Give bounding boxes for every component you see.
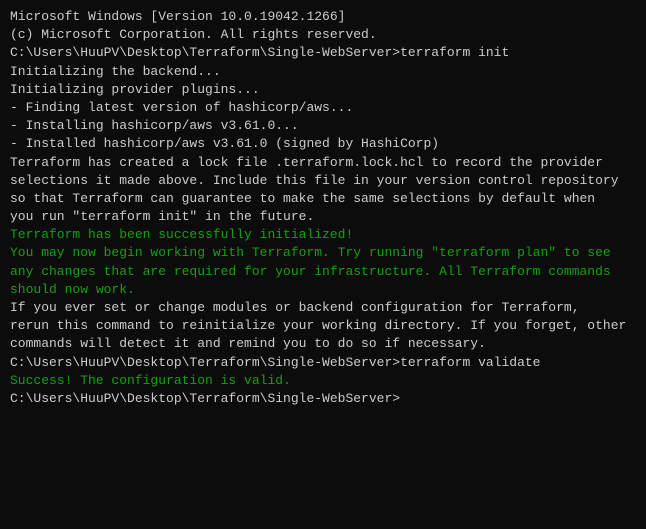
- terminal-line: (c) Microsoft Corporation. All rights re…: [10, 26, 636, 44]
- terminal-line: Terraform has created a lock file .terra…: [10, 154, 636, 227]
- terminal-line: Microsoft Windows [Version 10.0.19042.12…: [10, 8, 636, 26]
- terminal-line: If you ever set or change modules or bac…: [10, 299, 636, 354]
- terminal-output: Microsoft Windows [Version 10.0.19042.12…: [10, 8, 636, 408]
- terminal-line: You may now begin working with Terraform…: [10, 244, 636, 299]
- terminal-line: C:\Users\HuuPV\Desktop\Terraform\Single-…: [10, 354, 636, 372]
- terminal-line: C:\Users\HuuPV\Desktop\Terraform\Single-…: [10, 390, 636, 408]
- terminal-line: C:\Users\HuuPV\Desktop\Terraform\Single-…: [10, 44, 636, 62]
- terminal-line: Initializing the backend...: [10, 63, 636, 81]
- terminal-line: - Finding latest version of hashicorp/aw…: [10, 99, 636, 117]
- terminal-line: - Installing hashicorp/aws v3.61.0...: [10, 117, 636, 135]
- terminal-line: - Installed hashicorp/aws v3.61.0 (signe…: [10, 135, 636, 153]
- terminal-line: Terraform has been successfully initiali…: [10, 226, 636, 244]
- terminal-window[interactable]: Microsoft Windows [Version 10.0.19042.12…: [0, 0, 646, 529]
- terminal-line: Success! The configuration is valid.: [10, 372, 636, 390]
- terminal-line: Initializing provider plugins...: [10, 81, 636, 99]
